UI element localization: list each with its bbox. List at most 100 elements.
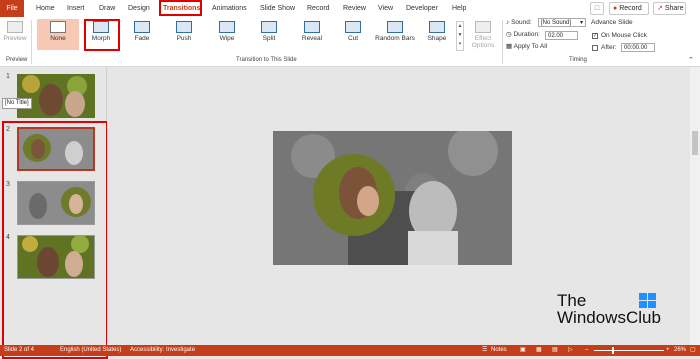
transition-random-bars-label: Random Bars <box>375 35 415 42</box>
zoom-slider-thumb[interactable] <box>612 347 614 354</box>
zoom-slider[interactable] <box>594 350 664 351</box>
advance-slide-label: Advance Slide <box>591 19 633 26</box>
after-checkbox[interactable] <box>592 45 598 51</box>
accessibility-status[interactable]: Accessibility: Investigate <box>130 345 195 356</box>
slide-thumb-1[interactable] <box>17 74 95 118</box>
slide-thumbnails-panel: 1 [No Title] 2 3 4 <box>0 67 108 359</box>
transition-cut-label: Cut <box>347 35 359 42</box>
slide-4-image <box>18 235 94 278</box>
fit-slide-icon[interactable]: ▢ <box>690 345 696 356</box>
comment-icon: □ <box>594 5 600 12</box>
transition-reveal-label: Reveal <box>301 35 323 42</box>
split-icon <box>261 21 277 33</box>
effect-options-button[interactable]: Effect Options <box>468 19 498 53</box>
apply-all-label: Apply To All <box>513 43 548 50</box>
notes-button[interactable]: Notes <box>491 345 507 356</box>
transition-push[interactable]: Push <box>170 19 198 53</box>
duration-row: ◷ Duration: <box>506 30 540 40</box>
ribbon-tabs: File Home Insert Draw Design Transitions… <box>0 0 700 18</box>
slide-2-image <box>19 129 93 169</box>
slide-number: 1 <box>6 73 10 80</box>
timing-group-label: Timing <box>569 57 587 63</box>
transition-none[interactable]: None <box>37 19 79 50</box>
zoom-level[interactable]: 26% <box>674 345 686 356</box>
tab-slide-show[interactable]: Slide Show <box>260 3 295 14</box>
slide-thumb-2[interactable] <box>17 127 95 171</box>
sound-dropdown[interactable]: [No Sound] ▾ <box>538 18 586 27</box>
transition-fade-label: Fade <box>134 35 150 42</box>
apply-to-all-button[interactable]: ▦ Apply To All <box>506 42 547 52</box>
transition-reveal[interactable]: Reveal <box>297 19 327 53</box>
push-icon <box>176 21 192 33</box>
no-title-tooltip: [No Title] <box>2 98 32 109</box>
slide-3-image <box>18 182 94 224</box>
normal-view-icon[interactable]: ▣ <box>520 345 526 356</box>
random-bars-icon <box>387 21 403 33</box>
zoom-in-icon[interactable]: + <box>666 345 670 356</box>
tab-review[interactable]: Review <box>343 3 366 14</box>
language-status[interactable]: English (United States) <box>60 345 121 356</box>
slide-1-image <box>17 74 95 118</box>
after-field[interactable]: 00:00.00 <box>621 43 655 52</box>
record-label: Record <box>619 5 642 12</box>
tab-draw[interactable]: Draw <box>99 3 115 14</box>
tab-design[interactable]: Design <box>128 3 150 14</box>
slide-editing-area: The WindowsClub <box>107 67 690 345</box>
slide-sorter-icon[interactable]: ▦ <box>536 345 542 356</box>
tab-developer[interactable]: Developer <box>406 3 438 14</box>
effect-options-icon <box>475 21 491 33</box>
current-slide[interactable] <box>273 131 512 265</box>
preview-group-label: Preview <box>6 57 28 63</box>
transition-split[interactable]: Split <box>255 19 283 53</box>
record-icon: ● <box>613 5 618 12</box>
gallery-scroll[interactable]: ▲ ▼ ▾ <box>456 21 464 51</box>
collapse-ribbon-icon[interactable]: ⌃ <box>688 56 694 64</box>
transition-wipe[interactable]: Wipe <box>213 19 241 53</box>
transition-split-label: Split <box>262 35 276 42</box>
slide-2-photo <box>273 131 512 265</box>
share-button[interactable]: ↗ Share <box>653 2 686 15</box>
slideshow-icon[interactable]: ▷ <box>568 345 573 356</box>
tab-insert[interactable]: Insert <box>67 3 85 14</box>
transition-cut[interactable]: Cut <box>340 19 366 53</box>
tab-view[interactable]: View <box>378 3 393 14</box>
scroll-thumb[interactable] <box>692 131 698 155</box>
tab-file[interactable]: File <box>0 0 24 17</box>
reveal-icon <box>304 21 320 33</box>
clock-icon: ◷ <box>506 31 512 38</box>
watermark-line2: WindowsClub <box>557 308 661 327</box>
after-label: After: <box>601 44 617 51</box>
morph-highlight <box>84 19 120 51</box>
transition-group-label: Transition to This Slide <box>236 57 297 63</box>
tab-animations[interactable]: Animations <box>212 3 247 14</box>
tab-home[interactable]: Home <box>36 3 55 14</box>
slide-number: 4 <box>6 234 10 241</box>
on-mouse-click-label: On Mouse Click <box>601 32 647 39</box>
transition-fade[interactable]: Fade <box>128 19 156 53</box>
tab-help[interactable]: Help <box>452 3 466 14</box>
share-label: Share <box>664 5 684 12</box>
on-mouse-click-checkbox[interactable]: ✓ <box>592 33 598 39</box>
vertical-scrollbar[interactable] <box>690 67 700 345</box>
ribbon-separator <box>31 20 32 64</box>
ribbon-separator <box>502 20 503 64</box>
slide-thumb-4[interactable] <box>17 235 95 279</box>
sound-label: Sound: <box>511 19 532 26</box>
record-button[interactable]: ● Record <box>609 2 649 15</box>
tab-record[interactable]: Record <box>307 3 330 14</box>
transition-shape[interactable]: Shape <box>423 19 451 53</box>
preview-button[interactable]: Preview <box>2 19 28 53</box>
apply-all-icon: ▦ <box>506 43 513 50</box>
slide-thumb-3[interactable] <box>17 181 95 225</box>
duration-value: 02.00 <box>548 33 564 39</box>
transition-random-bars[interactable]: Random Bars <box>374 19 416 53</box>
chevron-down-icon: ▾ <box>579 20 583 26</box>
duration-field[interactable]: 02.00 <box>545 31 578 40</box>
transition-wipe-label: Wipe <box>219 35 235 42</box>
none-icon <box>50 21 66 33</box>
slide-counter: Slide 2 of 4 <box>4 347 35 353</box>
comment-button[interactable]: □ <box>590 2 604 15</box>
after-value: 00:00.00 <box>624 45 648 51</box>
reading-view-icon[interactable]: ▤ <box>552 345 558 356</box>
zoom-out-icon[interactable]: – <box>585 345 588 356</box>
